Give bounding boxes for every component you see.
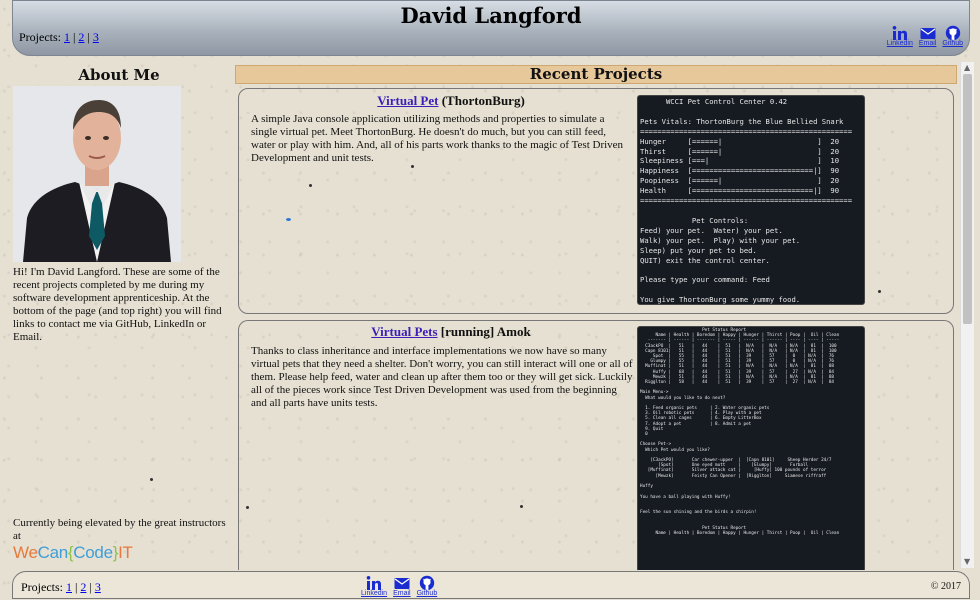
project-screenshot: Pet Status Report Name | Health | Boredo… bbox=[637, 326, 865, 570]
scrollbar-thumb[interactable] bbox=[963, 74, 972, 324]
profile-photo-image bbox=[13, 86, 181, 262]
email-icon bbox=[920, 28, 936, 39]
projects-label: Projects: bbox=[19, 30, 61, 44]
site-footer: Projects: 1 | 2 | 3 Linkedin Email Github © … bbox=[12, 571, 970, 599]
projects-nav-bottom: Projects: 1 | 2 | 3 bbox=[21, 580, 101, 594]
project-link-1[interactable]: 1 bbox=[66, 580, 72, 594]
project-description: A simple Java console application utiliz… bbox=[251, 113, 624, 164]
project-link-1[interactable]: 1 bbox=[64, 30, 70, 44]
project-screenshot: WCCI Pet Control Center 0.42 Pets Vitals… bbox=[637, 95, 865, 305]
linkedin-link[interactable]: Linkedin bbox=[361, 575, 387, 597]
project-title-rest: (ThortonBurg) bbox=[438, 93, 525, 108]
project-link-2[interactable]: 2 bbox=[80, 580, 86, 594]
recent-projects-heading: Recent Projects bbox=[235, 65, 957, 84]
about-text: Hi! I'm David Langford. These are some o… bbox=[13, 266, 222, 343]
scroll-down-arrow[interactable]: ▼ bbox=[964, 558, 970, 566]
project-link[interactable]: Virtual Pets bbox=[371, 324, 437, 339]
project-card: Virtual Pet (ThortonBurg) A simple Java … bbox=[238, 88, 954, 314]
linkedin-label: Linkedin bbox=[361, 590, 388, 597]
wecancode-logo: WeCan{Code}IT bbox=[13, 543, 133, 562]
email-link[interactable]: Email bbox=[393, 575, 411, 597]
github-label: Github bbox=[416, 590, 438, 597]
github-icon bbox=[945, 25, 960, 41]
project-link-3[interactable]: 3 bbox=[93, 30, 99, 44]
social-links-top: Linkedin Email Github bbox=[887, 25, 963, 47]
projects-label: Projects: bbox=[21, 580, 63, 594]
linkedin-icon bbox=[892, 26, 907, 40]
project-title: Virtual Pets [running] Amok bbox=[251, 324, 651, 340]
github-label: Github bbox=[942, 40, 963, 47]
elevated-text: Currently being elevated by the great in… bbox=[13, 517, 226, 542]
linkedin-icon bbox=[366, 576, 382, 590]
paper-speck bbox=[150, 478, 153, 481]
github-link[interactable]: Github bbox=[416, 575, 438, 597]
copyright: © 2017 bbox=[930, 581, 961, 592]
profile-photo bbox=[13, 86, 181, 262]
email-icon bbox=[394, 578, 410, 589]
email-label: Email bbox=[918, 40, 937, 47]
project-link-2[interactable]: 2 bbox=[78, 30, 84, 44]
linkedin-link[interactable]: Linkedin bbox=[887, 25, 913, 47]
linkedin-label: Linkedin bbox=[886, 40, 913, 47]
project-link-3[interactable]: 3 bbox=[95, 580, 101, 594]
scrollbar[interactable]: ▲ ▼ bbox=[960, 62, 974, 568]
github-link[interactable]: Github bbox=[942, 25, 963, 47]
social-links-bottom: Linkedin Email Github bbox=[361, 575, 437, 597]
site-header: David Langford Projects: 1 | 2 | 3 Linkedin … bbox=[12, 0, 970, 56]
projects-nav-top: Projects: 1 | 2 | 3 bbox=[19, 30, 99, 44]
scroll-up-arrow[interactable]: ▲ bbox=[964, 64, 970, 72]
page-title: David Langford bbox=[400, 3, 582, 28]
about-title: About Me bbox=[78, 66, 160, 84]
project-description: Thanks to class inheritance and interfac… bbox=[251, 345, 633, 409]
email-label: Email bbox=[393, 590, 411, 597]
project-card: Virtual Pets [running] Amok Thanks to cl… bbox=[238, 320, 954, 570]
project-title: Virtual Pet (ThortonBurg) bbox=[251, 93, 651, 109]
project-title-rest: [running] Amok bbox=[437, 324, 531, 339]
email-link[interactable]: Email bbox=[918, 25, 937, 47]
github-icon bbox=[419, 575, 435, 591]
project-link[interactable]: Virtual Pet bbox=[377, 93, 438, 108]
